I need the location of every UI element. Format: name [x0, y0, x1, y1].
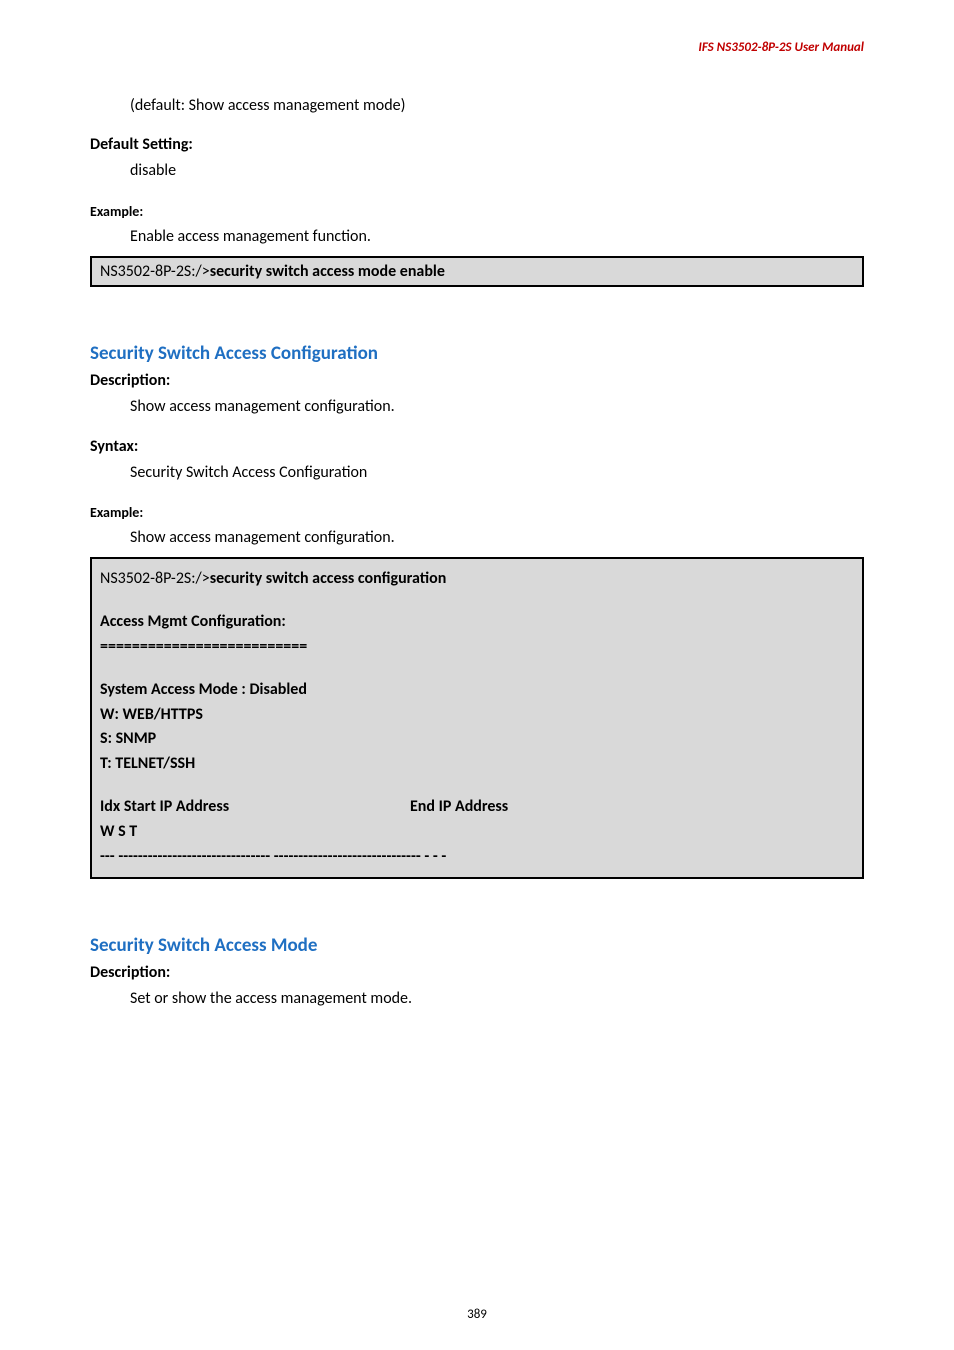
- section-heading-access-mode: Security Switch Access Mode: [90, 934, 864, 957]
- syntax-text-1: Security Switch Access Configuration: [130, 462, 864, 484]
- description-text-1: Show access management configuration.: [130, 396, 864, 418]
- default-note: (default: Show access management mode): [130, 95, 864, 117]
- example-label-1: Example:: [90, 203, 864, 220]
- s-line: S: SNMP: [100, 727, 854, 752]
- command-box-1: NS3502-8P-2S:/>security switch access mo…: [90, 256, 864, 287]
- description-text-2: Set or show the access management mode.: [130, 988, 864, 1010]
- default-setting-label: Default Setting:: [90, 135, 864, 154]
- syntax-label-1: Syntax:: [90, 437, 864, 456]
- example-text-1: Enable access management function.: [130, 226, 864, 248]
- cmd-prefix-1: NS3502-8P-2S:/>: [100, 262, 210, 281]
- system-access-mode: System Access Mode : Disabled: [100, 678, 854, 703]
- t-line: T: TELNET/SSH: [100, 752, 854, 777]
- table-header-col1: Idx Start IP Address: [100, 795, 410, 820]
- wst-line: W S T: [100, 820, 854, 845]
- config-separator: ==========================: [100, 635, 854, 660]
- section-heading-access-config: Security Switch Access Configuration: [90, 342, 864, 365]
- dash-separator: --- ------------------------------- ----…: [100, 845, 854, 870]
- example-label-2: Example:: [90, 504, 864, 521]
- cmd-text-2: security switch access configuration: [210, 569, 447, 588]
- page-number: 389: [0, 1307, 954, 1322]
- config-title: Access Mgmt Configuration:: [100, 610, 854, 635]
- cmd-text-1: security switch access mode enable: [210, 262, 445, 281]
- w-line: W: WEB/HTTPS: [100, 703, 854, 728]
- cmd-prefix-2: NS3502-8P-2S:/>: [100, 569, 210, 588]
- default-setting-value: disable: [130, 160, 864, 182]
- table-header-col2: End IP Address: [410, 795, 508, 820]
- description-label-2: Description:: [90, 963, 864, 982]
- configuration-output-box: NS3502-8P-2S:/>security switch access co…: [90, 557, 864, 879]
- example-text-2: Show access management configuration.: [130, 527, 864, 549]
- manual-title-header: IFS NS3502-8P-2S User Manual: [90, 40, 864, 55]
- description-label-1: Description:: [90, 371, 864, 390]
